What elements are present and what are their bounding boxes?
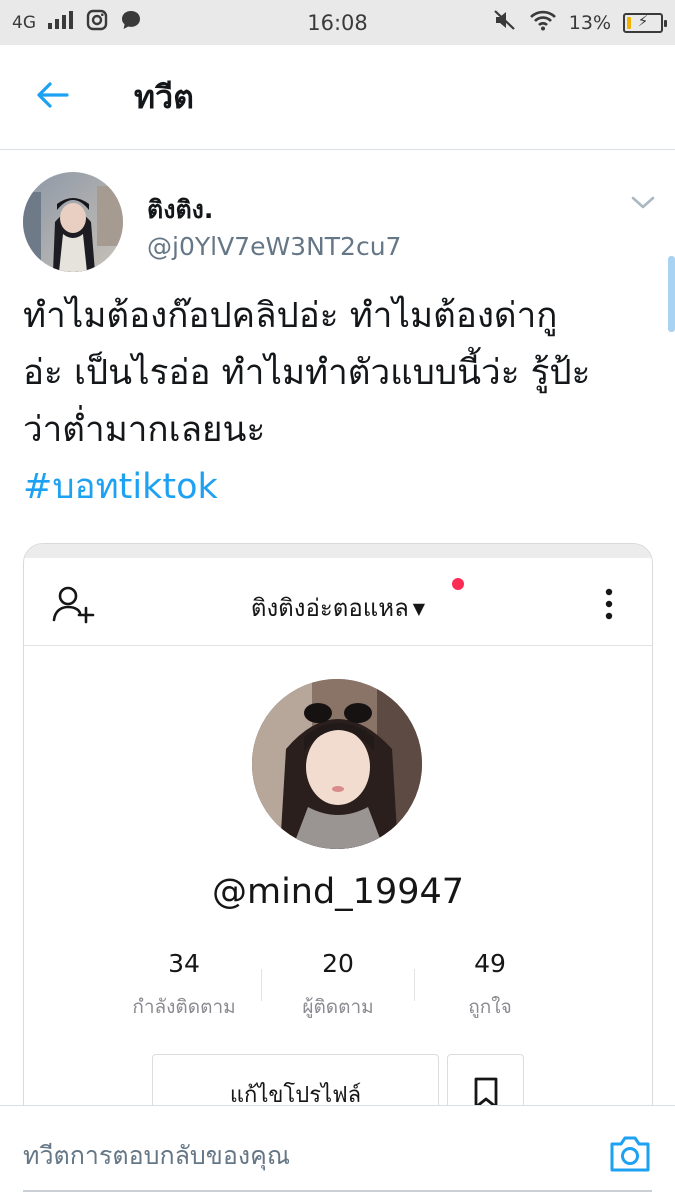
chat-bubble-icon bbox=[120, 9, 142, 36]
arrow-left-icon bbox=[35, 81, 69, 113]
tweet-body: ทำไมต้องก๊อปคลิปอ่ะ ทำไมต้องด่ากู อ่ะ เป… bbox=[23, 288, 663, 516]
media-top-strip bbox=[24, 544, 652, 558]
battery-icon: ⚡ bbox=[623, 11, 667, 33]
charging-bolt-icon: ⚡ bbox=[637, 11, 649, 30]
author-handle[interactable]: @j0YlV7eW3NT2cu7 bbox=[147, 232, 401, 261]
media-profile-avatar bbox=[252, 679, 422, 849]
scrollbar-thumb[interactable] bbox=[668, 256, 675, 332]
stat-label: ผู้ติดตาม bbox=[302, 996, 374, 1018]
stat-followers: 20 ผู้ติดตาม bbox=[263, 949, 413, 1022]
author-avatar[interactable] bbox=[23, 172, 123, 272]
stat-value: 49 bbox=[474, 949, 506, 978]
hashtag-link[interactable]: #บอทtiktok bbox=[23, 459, 663, 516]
media-profile-title-text: ติงติงอ่ะตอแหล bbox=[250, 594, 409, 622]
chevron-down-icon[interactable] bbox=[628, 190, 658, 214]
reply-input[interactable]: ทวีตการตอบกลับของคุณ bbox=[23, 1136, 290, 1176]
battery-percent: 13% bbox=[568, 11, 611, 34]
reply-bar: ทวีตการตอบกลับของคุณ bbox=[0, 1105, 675, 1200]
caret-down-icon: ▼ bbox=[412, 599, 426, 618]
back-button[interactable] bbox=[22, 67, 82, 127]
stat-value: 34 bbox=[168, 949, 200, 978]
network-type: 4G bbox=[12, 12, 36, 33]
mute-icon bbox=[493, 9, 517, 36]
status-bar: 4G 16:08 13% ⚡ bbox=[0, 0, 675, 45]
stat-following: 34 กำลังติดตาม bbox=[109, 949, 259, 1022]
stat-divider bbox=[261, 969, 262, 1001]
media-profile-username: @mind_19947 bbox=[211, 872, 465, 912]
media-profile-stats: 34 กำลังติดตาม 20 ผู้ติดตาม 49 ถูกใจ bbox=[24, 949, 652, 1029]
tweet-text-line: ว่าต่ำมากเลยนะ bbox=[23, 410, 266, 450]
media-profile-header: ติงติงอ่ะตอแหล ▼ bbox=[24, 558, 652, 646]
tweet-text-line: ทำไมต้องก๊อปคลิปอ่ะ ทำไมต้องด่ากู bbox=[23, 296, 558, 336]
tweet-text-line: อ่ะ เป็นไรอ่อ ทำไมทำตัวแบบนี้ว่ะ รู้ป้ะ bbox=[23, 353, 591, 393]
media-profile-title: ติงติงอ่ะตอแหล ▼ bbox=[24, 588, 652, 627]
stat-value: 20 bbox=[322, 949, 354, 978]
status-left: 4G bbox=[12, 9, 142, 36]
stat-label: ถูกใจ bbox=[468, 996, 512, 1018]
signal-icon bbox=[48, 11, 74, 34]
instagram-icon bbox=[86, 9, 108, 36]
camera-icon[interactable] bbox=[608, 1134, 652, 1174]
status-right: 13% ⚡ bbox=[493, 9, 667, 36]
page-title: ทวีต bbox=[134, 77, 194, 116]
wifi-icon bbox=[529, 9, 557, 36]
more-vertical-icon bbox=[599, 584, 619, 624]
author-display-name[interactable]: ติงติง. bbox=[147, 190, 213, 230]
stat-likes: 49 ถูกใจ bbox=[415, 949, 565, 1022]
notification-dot bbox=[452, 578, 464, 590]
stat-label: กำลังติดตาม bbox=[132, 996, 236, 1018]
tweet-media-image[interactable]: ติงติงอ่ะตอแหล ▼ @mind_19947 34 กำลังติดต… bbox=[23, 543, 653, 1163]
app-header: ทวีต bbox=[0, 45, 675, 150]
reply-underline bbox=[23, 1190, 652, 1192]
